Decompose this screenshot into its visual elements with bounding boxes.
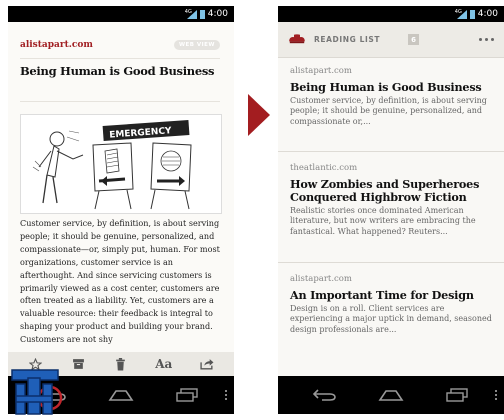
overflow-menu-icon[interactable]: [225, 390, 228, 402]
status-bar: 4G 4:00: [8, 6, 234, 22]
font-size-button[interactable]: Aa: [152, 355, 176, 373]
list-divider: [278, 151, 504, 152]
back-icon[interactable]: [307, 383, 343, 407]
article-source: alistapart.com: [20, 40, 93, 50]
divider: [20, 58, 220, 59]
list-item-source: alistapart.com: [290, 66, 352, 76]
list-item-source: alistapart.com: [290, 274, 352, 284]
signal-icon: 4G: [184, 8, 197, 19]
status-bar: 4G 4:00: [278, 6, 504, 22]
list-item-title: Being Human is Good Business: [290, 80, 482, 94]
home-icon[interactable]: [373, 383, 409, 407]
article-screen: 4G 4:00 alistapart.com WEB VIEW Being Hu…: [8, 6, 234, 414]
status-time: 4:00: [477, 9, 498, 19]
share-icon[interactable]: [195, 355, 219, 373]
home-icon[interactable]: [103, 383, 139, 407]
list-item[interactable]: alistapart.com Being Human is Good Busin…: [278, 66, 504, 127]
list-item[interactable]: theatlantic.com How Zombies and Superher…: [278, 163, 504, 237]
item-count-badge: 6: [408, 34, 420, 45]
list-item-excerpt: Realistic stories once dominated America…: [290, 206, 476, 236]
reading-list-screen: 4G 4:00 READING LIST 6 alistapart.com Be…: [278, 6, 504, 414]
web-view-button[interactable]: WEB VIEW: [173, 40, 220, 50]
app-logo-icon[interactable]: [288, 30, 306, 49]
overflow-menu-icon[interactable]: [479, 38, 494, 41]
watermark-logo-icon: [11, 369, 63, 415]
transition-arrow-icon: [248, 94, 270, 136]
app-bar-title[interactable]: READING LIST: [314, 35, 380, 44]
list-item-excerpt: Customer service, by definition, is abou…: [290, 96, 487, 126]
app-bar: READING LIST 6: [278, 22, 504, 58]
archive-icon[interactable]: [66, 355, 90, 373]
list-item[interactable]: alistapart.com An Important Time for Des…: [278, 274, 504, 335]
article-source-row: alistapart.com WEB VIEW: [20, 40, 220, 50]
list-item-title: An Important Time for Design: [290, 288, 474, 302]
article-illustration: EMERGENCY: [20, 114, 222, 214]
battery-icon: [469, 9, 475, 19]
status-time: 4:00: [207, 9, 228, 19]
list-item-source: theatlantic.com: [290, 163, 358, 173]
divider: [20, 101, 220, 102]
illustration-svg: EMERGENCY: [32, 120, 192, 210]
list-item-title: How Zombies and Superheroes Conquered Hi…: [290, 177, 480, 204]
recent-apps-icon[interactable]: [439, 383, 475, 407]
article-body: Customer service, by definition, is abou…: [20, 218, 220, 345]
trash-icon[interactable]: [109, 355, 133, 373]
list-item-excerpt: Design is on a roll. Client services are…: [290, 304, 492, 334]
signal-icon: 4G: [454, 8, 467, 19]
article-headline: Being Human is Good Business: [20, 64, 215, 78]
list-divider: [278, 262, 504, 263]
overflow-menu-icon[interactable]: [495, 390, 498, 402]
signal-label: 4G: [184, 8, 192, 15]
system-nav-bar: [278, 376, 504, 414]
battery-icon: [199, 9, 205, 19]
recent-apps-icon[interactable]: [169, 383, 205, 407]
signal-label: 4G: [454, 8, 462, 15]
